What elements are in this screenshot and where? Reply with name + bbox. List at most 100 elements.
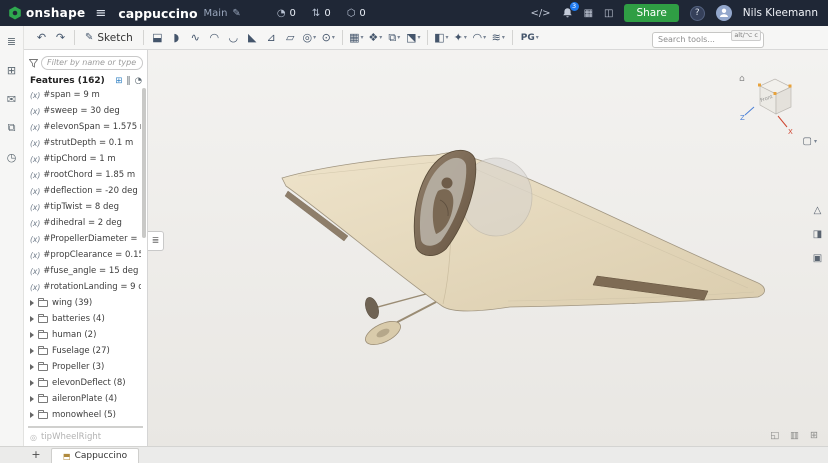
variable-row-rotationlanding[interactable]: (x)#rotationLanding = 9 d... [24,279,141,295]
feature-row-tipwheelright[interactable]: ◎ tipWheelRight [24,429,147,445]
feature-list-icon[interactable]: ≣ [3,32,21,50]
variable-row-propellerdiameter[interactable]: (x)#PropellerDiameter = ... [24,231,141,247]
cube-corner-marker[interactable] [774,92,777,95]
folder-label: human (2) [52,330,96,340]
panel-flyout-handle[interactable]: ≣ [148,231,164,251]
tab-cappuccino[interactable]: ⬒ Cappuccino [51,448,139,463]
folder-row-elevondeflect[interactable]: elevonDeflect (8) [24,375,141,391]
expand-chevron-icon[interactable] [30,412,34,418]
sweep-button[interactable]: ∿ [186,28,205,48]
view-cube[interactable]: ⌂ Front Z X [739,74,793,136]
status-counter-b[interactable]: ⇅ 0 [312,8,331,19]
apps-grid-icon[interactable]: ▦ [584,8,593,19]
expand-chevron-icon[interactable] [30,348,34,354]
curve-button[interactable]: ≋ [489,28,508,48]
add-tab-button[interactable]: + [28,447,44,462]
thicken-button[interactable]: ⊙ [319,28,338,48]
avatar[interactable] [716,5,732,21]
variable-row-dihedral[interactable]: (x)#dihedral = 2 deg [24,215,141,231]
edit-document-icon[interactable]: ✎ [232,8,240,19]
expand-chevron-icon[interactable] [30,300,34,306]
variable-row-tipchord[interactable]: (x)#tipChord = 1 m [24,151,141,167]
variable-row-tiptwist[interactable]: (x)#tipTwist = 8 deg [24,199,141,215]
transform-button[interactable]: ✦ [451,28,470,48]
expand-chevron-icon[interactable] [30,396,34,402]
variable-row-strutdepth[interactable]: (x)#strutDepth = 0.1 m [24,135,141,151]
custom-features-menu[interactable]: PG [517,28,543,48]
loft-button[interactable]: ◠ [205,28,224,48]
variable-row-propclearance[interactable]: (x)#propClearance = 0.15 ... [24,247,141,263]
create-folder-icon[interactable]: ⊞ [115,76,122,86]
fillet-button[interactable]: ◡ [224,28,243,48]
configurations-icon[interactable]: ⊞ [3,61,21,79]
revolve-button[interactable]: ◗ [167,28,186,48]
hole-button[interactable]: ◎ [300,28,319,48]
document-title[interactable]: cappuccino [118,6,197,21]
variable-row-elevonspan[interactable]: (x)#elevonSpan = 1.575 m [24,119,141,135]
graphics-viewport[interactable]: ⌂ Front Z X ≣ ▢ △ ◨ ▣ ◱ ▥ ⊞ [148,50,828,446]
expand-chevron-icon[interactable] [30,332,34,338]
rollback-history-icon[interactable]: ◔ [135,76,142,86]
draft-button[interactable]: ⊿ [262,28,281,48]
aircraft-model[interactable] [282,150,765,349]
split-button[interactable]: ◧ [432,28,451,48]
isometric-views-icon[interactable]: △ [809,202,826,219]
view-settings-menu[interactable]: ▢ [803,136,817,147]
named-views-icon[interactable]: ▣ [809,250,826,267]
folder-row-monowheel[interactable]: monowheel (5) [24,407,141,423]
variable-label: #sweep = 30 deg [43,106,119,116]
front-wheel[interactable] [363,296,381,321]
surface-button[interactable]: ◠ [470,28,489,48]
notifications-bell-icon[interactable]: 3 [562,7,573,19]
extrude-button[interactable]: ⬓ [148,28,167,48]
variable-row-sweep[interactable]: (x)#sweep = 30 deg [24,103,141,119]
panel-scrollbar[interactable] [142,88,146,238]
filter-input[interactable] [41,56,143,70]
folder-row-human[interactable]: human (2) [24,327,141,343]
linear-pattern-button[interactable]: ▦ [347,28,366,48]
grid-toggle-icon[interactable]: ⊞ [810,430,818,441]
sketch-button[interactable]: ✎ Sketch [79,28,139,48]
variable-row-fuseangle[interactable]: (x)#fuse_angle = 15 deg [24,263,141,279]
featurescript-icon[interactable]: </> [530,8,550,19]
section-view-icon[interactable]: ◨ [809,226,826,243]
home-view-icon[interactable]: ⌂ [739,74,745,84]
appearance-icon[interactable]: ▥ [790,430,799,441]
variable-row-deflection[interactable]: (x)#deflection = -20 deg [24,183,141,199]
status-counter-a[interactable]: ◔ 0 [277,8,296,19]
expand-chevron-icon[interactable] [30,364,34,370]
folder-row-fuselage[interactable]: Fuselage (27) [24,343,141,359]
undo-button[interactable]: ↶ [32,28,51,48]
variable-row-rootchord[interactable]: (x)#rootChord = 1.85 m [24,167,141,183]
history-icon[interactable]: ◷ [3,148,21,166]
folder-row-batteries[interactable]: batteries (4) [24,311,141,327]
landing-gear[interactable] [362,294,436,349]
cube-corner-marker[interactable] [758,84,761,87]
onshape-logo-icon[interactable] [8,6,22,20]
status-counter-c[interactable]: ⬡ 0 [347,8,366,19]
help-button[interactable]: ? [690,6,705,21]
variable-row-span[interactable]: (x)#span = 9 m [24,87,141,103]
branch-label[interactable]: Main [204,8,228,19]
circular-pattern-button[interactable]: ❖ [366,28,385,48]
shell-button[interactable]: ▱ [281,28,300,48]
redo-button[interactable]: ↷ [51,28,70,48]
rollback-bar[interactable] [28,426,143,428]
status-c-icon: ⬡ [347,8,356,19]
cube-corner-marker[interactable] [789,85,792,88]
chamfer-button[interactable]: ◣ [243,28,262,48]
comments-icon[interactable]: ✉ [3,90,21,108]
versions-icon[interactable]: ⧉ [3,119,21,137]
expand-chevron-icon[interactable] [30,316,34,322]
folder-row-wing[interactable]: wing (39) [24,295,141,311]
people-icon[interactable]: ◫ [604,8,613,19]
expand-chevron-icon[interactable] [30,380,34,386]
folder-row-propeller[interactable]: Propeller (3) [24,359,141,375]
scale-indicator-icon[interactable]: ◱ [770,430,779,441]
mirror-button[interactable]: ⧉ [385,28,404,48]
share-button[interactable]: Share [624,4,678,22]
suppress-icon[interactable]: ‖ [126,76,130,86]
folder-row-aileronplate[interactable]: aileronPlate (4) [24,391,141,407]
boolean-button[interactable]: ⬔ [404,28,423,48]
main-menu-button[interactable]: ≡ [95,6,106,21]
